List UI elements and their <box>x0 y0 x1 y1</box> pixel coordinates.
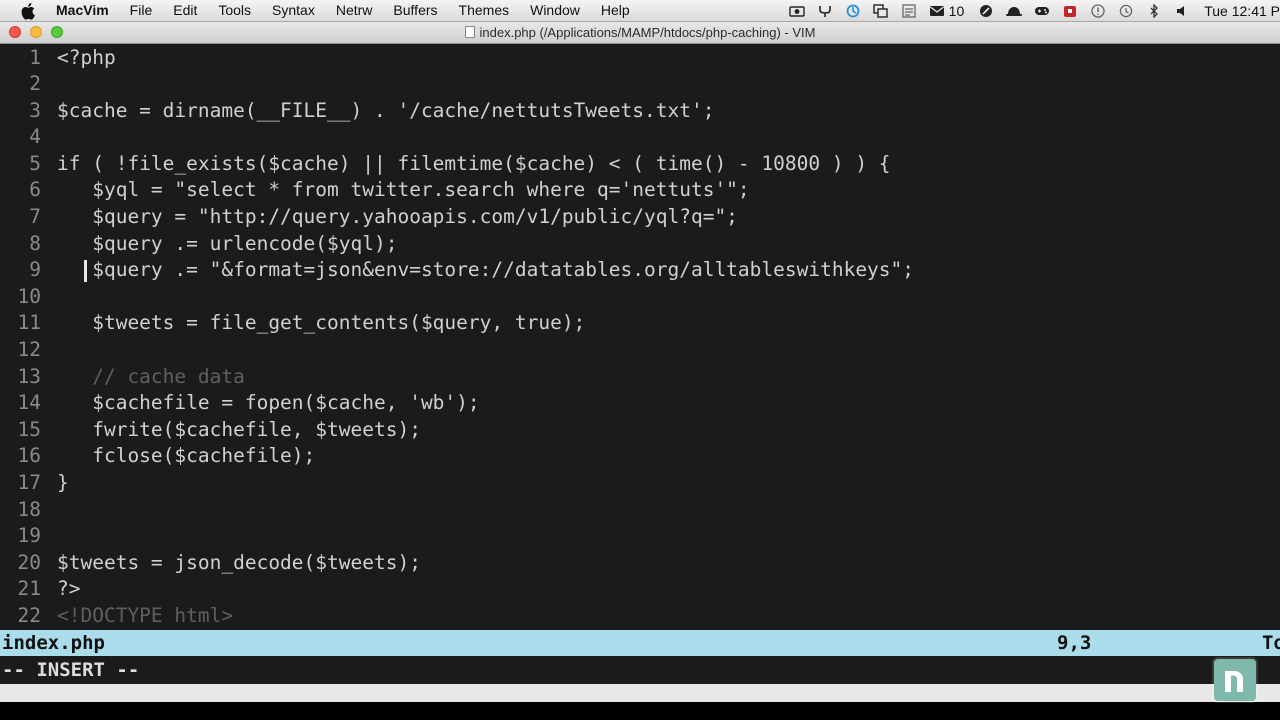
line-number: 6 <box>29 178 41 201</box>
window-title-area: index.php (/Applications/MAMP/htdocs/php… <box>0 25 1280 40</box>
notes-icon[interactable] <box>901 4 917 18</box>
tutsplus-watermark-logo <box>1214 659 1256 701</box>
line-code: $tweets = file_get_contents($query, true… <box>57 311 586 334</box>
mail-icon[interactable] <box>929 4 945 18</box>
fork-icon[interactable] <box>817 4 833 18</box>
video-letterbox <box>0 702 1280 720</box>
volume-icon[interactable] <box>1174 4 1190 18</box>
line-code: $query .= urlencode($yql); <box>57 232 398 255</box>
line-code: $cache = dirname(__FILE__) . '/cache/net… <box>57 99 715 122</box>
time-machine-icon[interactable] <box>1118 4 1134 18</box>
vim-status-line: index.php 9,3 To <box>0 630 1280 656</box>
menu-window[interactable]: Window <box>530 2 580 18</box>
menu-help[interactable]: Help <box>601 2 630 18</box>
lastpass-icon[interactable] <box>1062 4 1078 18</box>
vim-command-line[interactable]: -- INSERT -- <box>0 656 1280 684</box>
line-number: 15 <box>17 418 41 441</box>
line-code: $cachefile = fopen($cache, 'wb'); <box>57 391 480 414</box>
line-number: 10 <box>17 285 41 308</box>
menu-edit[interactable]: Edit <box>173 2 197 18</box>
apple-logo-icon[interactable] <box>20 1 38 21</box>
line-number: 13 <box>17 365 41 388</box>
gamepad-icon[interactable] <box>1034 4 1050 18</box>
mode-indicator: -- INSERT -- <box>2 659 140 681</box>
line-number: 11 <box>17 311 41 334</box>
app-menu[interactable]: MacVim <box>56 2 109 18</box>
line-number: 1 <box>29 46 41 69</box>
cursor-position: 9,3 <box>1057 632 1092 654</box>
line-number: 5 <box>29 152 41 175</box>
line-code: $query = "http://query.yahooapis.com/v1/… <box>57 205 738 228</box>
line-code: <?php <box>57 46 116 69</box>
menubar-clock[interactable]: Tue 12:41 P <box>1204 3 1280 19</box>
line-number: 14 <box>17 391 41 414</box>
window-title: index.php (/Applications/MAMP/htdocs/php… <box>479 25 816 40</box>
menu-tools[interactable]: Tools <box>218 2 251 18</box>
window-bottom-bar <box>0 684 1280 702</box>
line-number: 16 <box>17 444 41 467</box>
status-tail: To <box>1262 632 1280 654</box>
line-number: 12 <box>17 338 41 361</box>
pen-icon[interactable] <box>978 4 994 18</box>
line-code-comment: // cache data <box>57 365 245 388</box>
document-icon <box>464 26 475 38</box>
line-code: if ( !file_exists($cache) || filemtime($… <box>57 152 891 175</box>
menu-themes[interactable]: Themes <box>459 2 510 18</box>
bluetooth-icon[interactable] <box>1146 3 1162 19</box>
line-number: 7 <box>29 205 41 228</box>
line-code-dim: <!DOCTYPE html> <box>57 604 234 627</box>
line-number: 21 <box>17 577 41 600</box>
line-number: 17 <box>17 471 41 494</box>
line-code: $query .= "&format=json&env=store://data… <box>57 258 915 281</box>
menu-syntax[interactable]: Syntax <box>272 2 315 18</box>
line-number: 8 <box>29 232 41 255</box>
line-number: 9 <box>29 258 41 281</box>
line-number: 20 <box>17 551 41 574</box>
menu-buffers[interactable]: Buffers <box>393 2 437 18</box>
hat-icon[interactable] <box>1006 4 1023 18</box>
line-number: 18 <box>17 498 41 521</box>
editor-buffer[interactable]: 1 <?php 2 3 $cache = dirname(__FILE__) . '… <box>0 44 1280 630</box>
screen-recorder-icon[interactable] <box>788 4 805 18</box>
window-copy-icon[interactable] <box>872 4 889 18</box>
window-titlebar[interactable]: index.php (/Applications/MAMP/htdocs/php… <box>0 22 1280 44</box>
line-code: ?> <box>57 577 81 600</box>
line-code: $yql = "select * from twitter.search whe… <box>57 178 750 201</box>
line-number: 3 <box>29 99 41 122</box>
mail-count: 10 <box>948 3 965 19</box>
status-filename: index.php <box>2 632 105 654</box>
menu-bar: MacVim File Edit Tools Syntax Netrw Buff… <box>0 0 1280 22</box>
line-number: 2 <box>29 72 41 95</box>
alert-icon[interactable] <box>1090 4 1106 18</box>
text-cursor <box>84 260 87 282</box>
line-number: 19 <box>17 524 41 547</box>
line-code: fclose($cachefile); <box>57 444 316 467</box>
line-number: 22 <box>17 604 41 627</box>
sync-icon[interactable] <box>845 4 861 18</box>
line-number: 4 <box>29 125 41 148</box>
menu-file[interactable]: File <box>130 2 153 18</box>
line-code: $tweets = json_decode($tweets); <box>57 551 421 574</box>
line-code: fwrite($cachefile, $tweets); <box>57 418 421 441</box>
menu-netrw[interactable]: Netrw <box>336 2 373 18</box>
line-code: } <box>57 471 69 494</box>
status-menu-area: 10 Tue 12:41 P <box>783 0 1280 22</box>
